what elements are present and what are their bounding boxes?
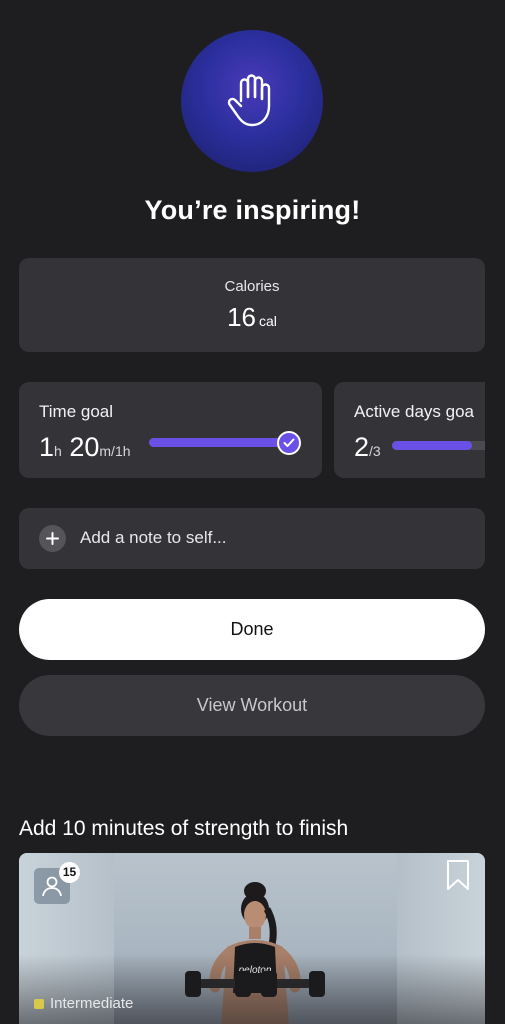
add-note-button[interactable]: Add a note to self... (19, 508, 485, 569)
time-goal-title: Time goal (39, 402, 114, 421)
hand-wave-icon (227, 74, 271, 127)
active-days-target: /3 (369, 443, 381, 459)
bookmark-icon[interactable] (445, 859, 471, 891)
active-days-progress-bar (392, 441, 485, 450)
time-goal-hours: 1 (39, 432, 55, 462)
card-gradient (19, 954, 485, 1024)
done-button[interactable]: Done (19, 599, 485, 660)
calories-unit: cal (259, 313, 277, 329)
checkmark-icon (283, 438, 295, 447)
time-goal-minutes: 20 (69, 432, 100, 462)
achievement-badge (181, 30, 323, 172)
time-goal-hours-unit: h (54, 443, 62, 459)
plus-icon (39, 525, 66, 552)
time-goal-minutes-unit: m/1h (99, 443, 131, 459)
time-goal-progress-bar (149, 438, 297, 447)
time-goal-value: 1h 20m/1h (39, 432, 131, 463)
time-goal-card[interactable]: Time goal 1h 20m/1h (19, 382, 322, 478)
add-note-label: Add a note to self... (80, 528, 227, 547)
view-workout-button[interactable]: View Workout (19, 675, 485, 736)
goal-complete-indicator (277, 431, 301, 455)
calories-value: 16 cal (19, 302, 485, 333)
difficulty-level: Intermediate (34, 995, 133, 1012)
level-indicator-icon (34, 998, 44, 1009)
calories-label: Calories (224, 278, 280, 295)
active-days-progress-fill (392, 441, 473, 450)
friends-count: 15 (59, 862, 80, 883)
page-title: You’re inspiring! (144, 195, 361, 225)
calories-number: 16 (227, 302, 256, 332)
class-card[interactable]: peloton 15 Intermediate (19, 853, 485, 1024)
active-days-current: 2 (354, 432, 370, 462)
calories-card: Calories 16 cal (19, 258, 485, 352)
level-label: Intermediate (50, 995, 134, 1012)
recommendation-title: Add 10 minutes of strength to finish (19, 817, 349, 840)
active-days-goal-card[interactable]: Active days goa 2/3 (334, 382, 485, 478)
time-goal-progress-fill (149, 438, 297, 447)
active-days-goal-title: Active days goa (354, 402, 475, 421)
active-days-goal-value: 2/3 (354, 432, 381, 463)
